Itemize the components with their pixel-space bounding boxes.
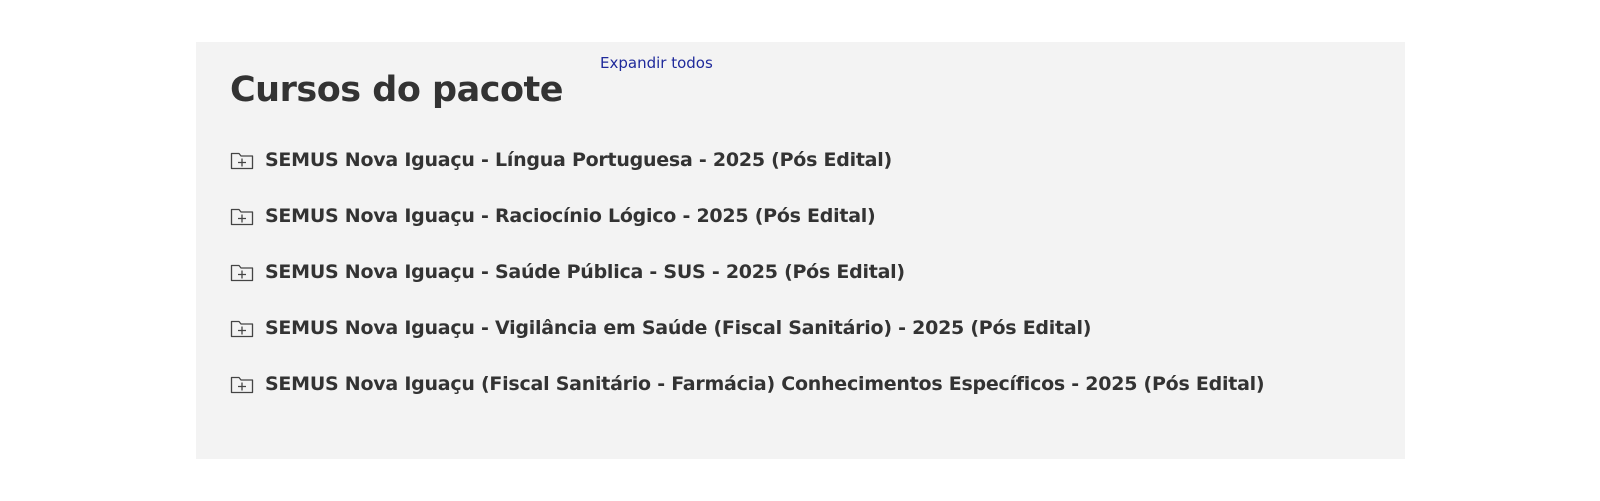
section-title: Cursos do pacote bbox=[230, 70, 563, 110]
course-label: SEMUS Nova Iguaçu - Raciocínio Lógico - … bbox=[265, 205, 876, 227]
course-label: SEMUS Nova Iguaçu - Saúde Pública - SUS … bbox=[265, 261, 905, 283]
courses-panel: Cursos do pacote Expandir todos SEMUS No… bbox=[196, 42, 1405, 459]
course-item[interactable]: SEMUS Nova Iguaçu - Língua Portuguesa - … bbox=[230, 132, 1264, 188]
folder-plus-icon bbox=[230, 205, 254, 227]
folder-plus-icon bbox=[230, 149, 254, 171]
course-item[interactable]: SEMUS Nova Iguaçu (Fiscal Sanitário - Fa… bbox=[230, 356, 1265, 412]
section-header: Cursos do pacote bbox=[230, 68, 563, 112]
course-label: SEMUS Nova Iguaçu - Língua Portuguesa - … bbox=[265, 149, 892, 171]
course-item[interactable]: SEMUS Nova Iguaçu - Vigilância em Saúde … bbox=[230, 300, 1264, 356]
expand-all-link[interactable]: Expandir todos bbox=[600, 54, 713, 72]
course-label: SEMUS Nova Iguaçu - Vigilância em Saúde … bbox=[265, 317, 1092, 339]
course-item[interactable]: SEMUS Nova Iguaçu - Raciocínio Lógico - … bbox=[230, 188, 1264, 244]
folder-plus-icon bbox=[230, 373, 254, 395]
course-list: SEMUS Nova Iguaçu - Língua Portuguesa - … bbox=[230, 132, 1265, 412]
folder-plus-icon bbox=[230, 317, 254, 339]
course-item[interactable]: SEMUS Nova Iguaçu - Saúde Pública - SUS … bbox=[230, 244, 1264, 300]
folder-plus-icon bbox=[230, 261, 254, 283]
course-label: SEMUS Nova Iguaçu (Fiscal Sanitário - Fa… bbox=[265, 373, 1265, 395]
